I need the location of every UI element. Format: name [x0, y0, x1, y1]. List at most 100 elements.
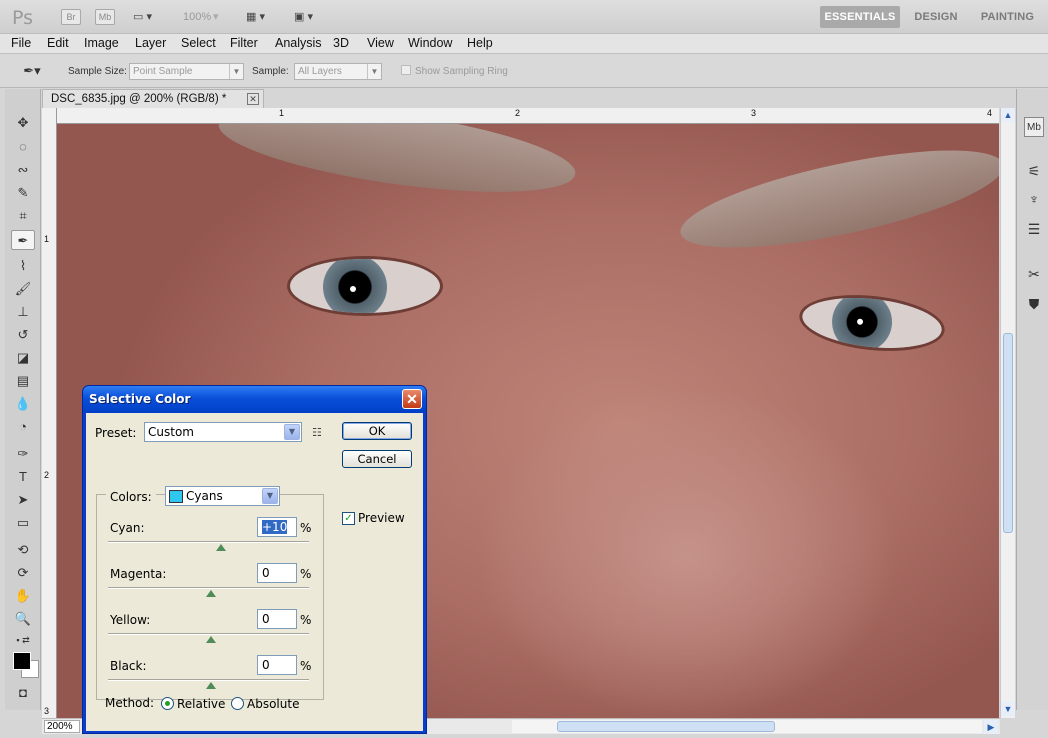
- menu-file[interactable]: File: [11, 36, 31, 50]
- magenta-slider-track[interactable]: [108, 587, 309, 589]
- dialog-titlebar[interactable]: Selective Color ✕: [83, 386, 426, 413]
- colors-label: Colors:: [110, 490, 152, 504]
- swap-colors-icon[interactable]: ▪ ⇄: [11, 630, 35, 650]
- black-input[interactable]: 0: [257, 655, 297, 675]
- history-brush-tool-icon[interactable]: ↺: [11, 325, 35, 345]
- layers-panel-icon[interactable]: ☰: [1024, 219, 1044, 239]
- foreground-color-swatch[interactable]: [13, 652, 31, 670]
- black-label: Black:: [110, 659, 147, 673]
- styles-panel-icon[interactable]: ♆: [1024, 189, 1044, 209]
- yellow-slider-track[interactable]: [108, 633, 309, 635]
- vertical-scroll-thumb[interactable]: [1003, 333, 1013, 533]
- dodge-tool-icon[interactable]: ◔: [11, 417, 35, 437]
- sample-size-select[interactable]: Point Sample ▼: [129, 63, 244, 80]
- menu-analysis[interactable]: Analysis: [275, 36, 322, 50]
- minibridge-button[interactable]: Mb: [95, 9, 115, 25]
- cyan-slider-track[interactable]: [108, 541, 309, 543]
- document-tab[interactable]: DSC_6835.jpg @ 200% (RGB/8) * ✕: [42, 89, 264, 108]
- horizontal-scroll-thumb[interactable]: [557, 721, 775, 732]
- magenta-value: 0: [262, 566, 270, 580]
- eraser-tool-icon[interactable]: ◪: [11, 348, 35, 368]
- menu-filter[interactable]: Filter: [230, 36, 258, 50]
- menu-3d[interactable]: 3D: [333, 36, 349, 50]
- healing-brush-tool-icon[interactable]: ⌇: [11, 256, 35, 276]
- lasso-tool-icon[interactable]: ∾: [11, 160, 35, 180]
- ruler-label: 2: [44, 470, 50, 480]
- zoom-dropdown-icon[interactable]: ▾: [213, 10, 219, 23]
- 3d-rotate-tool-icon[interactable]: ⟲: [11, 540, 35, 560]
- preset-select[interactable]: Custom ▼: [144, 422, 302, 442]
- marquee-tool-icon[interactable]: ◌: [11, 137, 35, 157]
- eyedropper-tool-icon[interactable]: ✒: [11, 230, 35, 250]
- ok-button[interactable]: OK: [342, 422, 412, 440]
- horizontal-scrollbar[interactable]: [512, 720, 982, 733]
- brush-tool-icon[interactable]: 🖌: [11, 279, 35, 299]
- show-sampling-ring-checkbox[interactable]: [401, 65, 411, 75]
- clone-stamp-tool-icon[interactable]: ⊥: [11, 302, 35, 322]
- path-selection-tool-icon[interactable]: ➤: [11, 490, 35, 510]
- black-slider-thumb[interactable]: [206, 682, 216, 689]
- minibridge-panel-icon[interactable]: Mb: [1024, 117, 1044, 137]
- sample-label: Sample:: [252, 66, 289, 77]
- menu-select[interactable]: Select: [181, 36, 216, 50]
- colors-select[interactable]: Cyans ▼: [165, 486, 280, 506]
- tools-presets-icon[interactable]: ✂: [1024, 264, 1044, 284]
- scroll-right-icon[interactable]: ▶: [984, 720, 998, 734]
- 3d-orbit-tool-icon[interactable]: ⟳: [11, 563, 35, 583]
- options-bar: ✒▾ Sample Size: Point Sample ▼ Sample: A…: [0, 55, 1048, 88]
- zoom-field[interactable]: 200%: [44, 720, 80, 733]
- sample-select[interactable]: All Layers ▼: [294, 63, 382, 80]
- hand-tool-icon[interactable]: ✋: [11, 586, 35, 606]
- menu-window[interactable]: Window: [408, 36, 452, 50]
- clone-source-icon[interactable]: ⛊: [1024, 294, 1044, 314]
- yellow-input[interactable]: 0: [257, 609, 297, 629]
- eyedropper-preset-icon[interactable]: ✒▾: [20, 61, 44, 81]
- workspace-painting[interactable]: PAINTING: [975, 6, 1040, 28]
- pen-tool-icon[interactable]: ✑: [11, 444, 35, 464]
- sample-size-label: Sample Size:: [68, 66, 127, 77]
- scroll-up-icon[interactable]: ▲: [1001, 108, 1015, 122]
- zoom-tool-icon[interactable]: 🔍: [11, 609, 35, 629]
- relative-radio[interactable]: [161, 697, 174, 710]
- close-icon[interactable]: ✕: [247, 93, 259, 105]
- preset-options-icon[interactable]: ☷: [312, 426, 322, 439]
- scroll-down-icon[interactable]: ▼: [1001, 702, 1015, 716]
- workspace-essentials[interactable]: ESSENTIALS: [820, 6, 900, 28]
- cancel-button[interactable]: Cancel: [342, 450, 412, 468]
- gradient-tool-icon[interactable]: ▤: [11, 371, 35, 391]
- blur-tool-icon[interactable]: 💧: [11, 394, 35, 414]
- menu-edit[interactable]: Edit: [47, 36, 69, 50]
- dialog-body: Preset: Custom ▼ ☷ OK Cancel ✓ Preview C…: [86, 413, 423, 731]
- ruler-label: 1: [44, 234, 50, 244]
- vertical-scrollbar[interactable]: ▲ ▼: [1000, 108, 1015, 718]
- cyan-input[interactable]: +10: [257, 517, 297, 537]
- adjustments-panel-icon[interactable]: ⚟: [1024, 161, 1044, 181]
- quick-mask-icon[interactable]: ◘: [11, 683, 35, 703]
- crop-tool-icon[interactable]: ⌗: [11, 206, 35, 226]
- arrange-documents-icon[interactable]: ▦ ▾: [246, 10, 265, 23]
- magenta-input[interactable]: 0: [257, 563, 297, 583]
- absolute-radio[interactable]: [231, 697, 244, 710]
- menu-view[interactable]: View: [367, 36, 394, 50]
- shape-tool-icon[interactable]: ▭: [11, 513, 35, 533]
- document-tab-title: DSC_6835.jpg @ 200% (RGB/8) *: [51, 93, 227, 105]
- black-slider-track[interactable]: [108, 679, 309, 681]
- close-icon[interactable]: ✕: [402, 389, 422, 409]
- magenta-slider-thumb[interactable]: [206, 590, 216, 597]
- cyan-slider-thumb[interactable]: [216, 544, 226, 551]
- quick-selection-tool-icon[interactable]: ✎: [11, 183, 35, 203]
- menu-image[interactable]: Image: [84, 36, 119, 50]
- type-tool-icon[interactable]: T: [11, 467, 35, 487]
- preview-checkbox[interactable]: ✓: [342, 512, 355, 525]
- screen-mode-icon[interactable]: ▣ ▾: [294, 10, 313, 23]
- menu-help[interactable]: Help: [467, 36, 493, 50]
- menu-layer[interactable]: Layer: [135, 36, 166, 50]
- bridge-button[interactable]: Br: [61, 9, 81, 25]
- workspace-design[interactable]: DESIGN: [907, 6, 965, 28]
- yellow-slider-thumb[interactable]: [206, 636, 216, 643]
- move-tool-icon[interactable]: ✥: [11, 113, 35, 133]
- ruler-label: 2: [515, 108, 521, 118]
- view-extras-icon[interactable]: ▭ ▾: [133, 10, 152, 23]
- zoom-level-menu[interactable]: 100%: [183, 11, 211, 23]
- vertical-ruler: 1 2 3: [42, 108, 57, 718]
